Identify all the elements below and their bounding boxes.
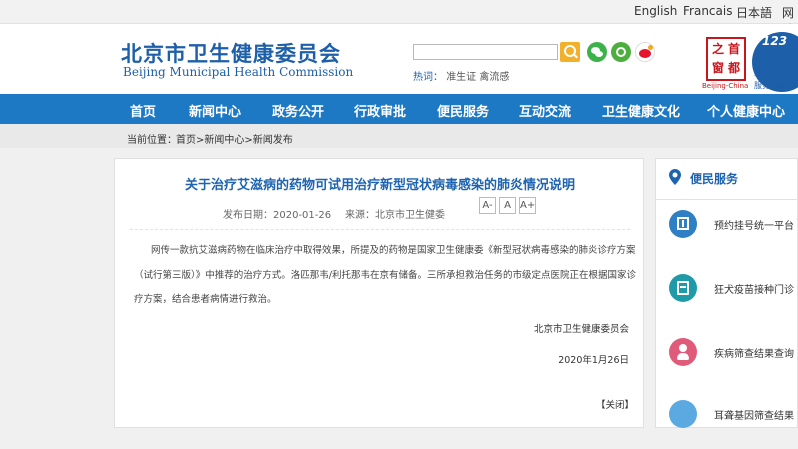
font-larger-button[interactable]: A+: [519, 197, 536, 214]
font-normal-button[interactable]: A: [499, 197, 516, 214]
search-icon[interactable]: [560, 42, 580, 62]
seal-char: 首: [728, 42, 741, 56]
nav-news[interactable]: 新闻中心: [189, 101, 241, 120]
nav-personal-health[interactable]: 个人健康中心: [707, 101, 785, 120]
site-title-cn[interactable]: 北京市卫生健康委员会: [121, 38, 341, 68]
hot-words-label: 热词：: [413, 72, 443, 83]
app-icon[interactable]: [611, 42, 631, 62]
top-bar: English Francais 日本語 网站: [0, 0, 798, 37]
sidebar-item-label: 耳聋基因筛查结果: [714, 411, 794, 422]
breadcrumb-path[interactable]: 首页>新闻中心>新闻发布: [176, 131, 293, 146]
breadcrumb: 当前位置： 首页>新闻中心>新闻发布: [0, 124, 798, 148]
divider: [656, 199, 798, 200]
sidebar-title: 便民服务: [690, 172, 739, 186]
hot-words: 热词： 准生证 禽流感: [413, 68, 509, 83]
sidebar-item-rabies-vaccine[interactable]: 狂犬疫苗接种门诊: [656, 271, 798, 323]
breadcrumb-label: 当前位置：: [127, 135, 177, 146]
location-pin-icon: [669, 169, 681, 185]
public-services-sidebar: 便民服务 预约挂号统一平台 狂犬疫苗接种门诊 疾病筛查结果查询 耳聋基因筛查结果: [655, 158, 798, 428]
wechat-icon[interactable]: [587, 42, 607, 62]
lang-english-link[interactable]: English: [634, 4, 677, 18]
sidebar-item-label: 狂犬疫苗接种门诊: [714, 285, 794, 296]
article-paragraph-line: 疗方案，结合患者病情进行救治。: [134, 294, 277, 305]
search-input[interactable]: [413, 44, 558, 60]
nav-home[interactable]: 首页: [130, 101, 156, 120]
nav-government-affairs[interactable]: 政务公开: [272, 101, 324, 120]
capital-window-seal[interactable]: 之 首 窗 都: [706, 37, 746, 81]
divider: [130, 229, 630, 230]
close-link[interactable]: 【关闭】: [596, 397, 634, 411]
nav-interaction[interactable]: 互动交流: [519, 101, 571, 120]
seal-char: 窗: [712, 61, 725, 75]
seal-caption: Beijing-China: [702, 82, 749, 90]
article-paragraph-line: 网传一款抗艾滋病药物在临床治疗中取得效果，所提及的药物是国家卫生健康委《新型冠状…: [151, 245, 636, 256]
font-smaller-button[interactable]: A-: [479, 197, 496, 214]
weibo-icon[interactable]: [635, 42, 655, 62]
hotline-number: 123: [762, 34, 788, 48]
publish-date: 发布日期：2020-01-26: [223, 210, 332, 221]
article-title: 关于治疗艾滋病的药物可试用治疗新型冠状病毒感染的肺炎情况说明: [184, 178, 575, 193]
clipboard-icon: [669, 274, 697, 302]
seal-char: 都: [728, 61, 741, 75]
lang-japanese-link[interactable]: 日本語: [736, 4, 772, 21]
signature-date: 2020年1月26日: [558, 355, 629, 366]
nav-administrative-approval[interactable]: 行政审批: [354, 101, 406, 120]
hot-word[interactable]: 准生证: [446, 72, 476, 83]
hotline-text: 北京市人民: [754, 69, 794, 78]
sidebar-item-screening-results[interactable]: 疾病筛查结果查询: [656, 335, 798, 387]
hot-word[interactable]: 禽流感: [479, 72, 509, 83]
signature-org: 北京市卫生健康委员会: [533, 324, 629, 335]
nav-public-services[interactable]: 便民服务: [437, 101, 489, 120]
site-title-en: Beijing Municipal Health Commission: [123, 65, 354, 79]
article-paragraph-line: （试行第三版）》中推荐的治疗方式。洛匹那韦/利托那韦在京有储备。三所承担救治任务…: [134, 270, 636, 281]
sidebar-item-label: 预约挂号统一平台: [714, 221, 794, 232]
hotline-text: 服务热线12: [754, 81, 797, 90]
nav-health-culture[interactable]: 卫生健康文化: [602, 101, 680, 120]
sidebar-item-appointment[interactable]: 预约挂号统一平台: [656, 207, 798, 259]
seal-char: 之: [712, 42, 725, 56]
gene-icon: [669, 400, 697, 428]
article-panel: 关于治疗艾滋病的药物可试用治疗新型冠状病毒感染的肺炎情况说明 发布日期：2020…: [114, 158, 644, 428]
hospital-icon: [669, 210, 697, 238]
main-nav: 首页 新闻中心 政务公开 行政审批 便民服务 互动交流 卫生健康文化 个人健康中…: [0, 94, 798, 124]
lang-french-link[interactable]: Francais: [683, 4, 732, 18]
baby-icon: [669, 338, 697, 366]
site-header: 北京市卫生健康委员会 Beijing Municipal Health Comm…: [0, 24, 798, 94]
sidebar-item-deafness-gene[interactable]: 耳聋基因筛查结果: [656, 397, 798, 449]
article-source: 来源：北京市卫生健委: [345, 210, 445, 221]
sidebar-item-label: 疾病筛查结果查询: [714, 349, 794, 360]
